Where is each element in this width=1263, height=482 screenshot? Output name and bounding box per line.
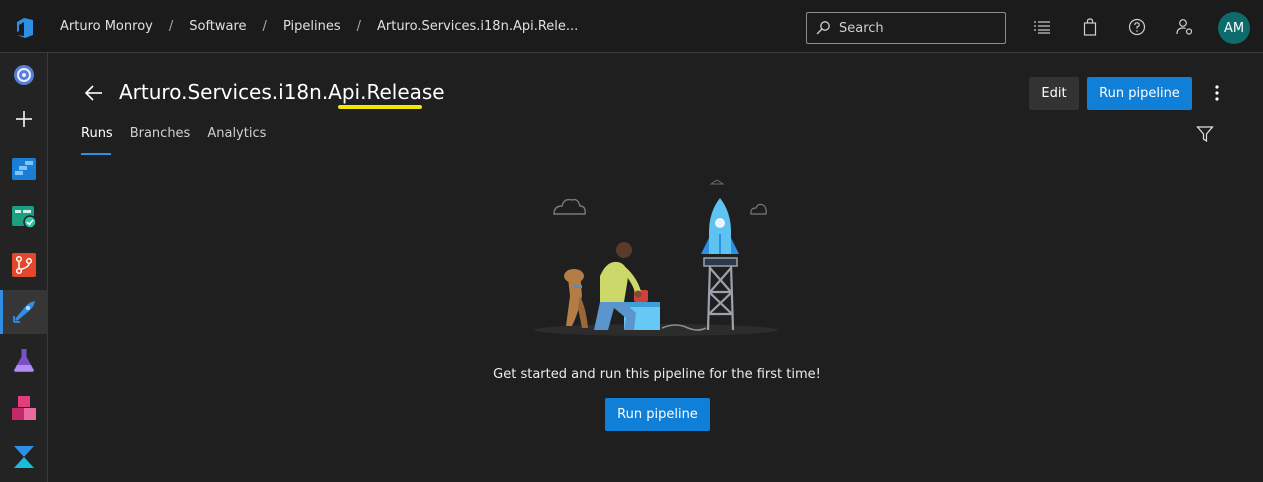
artifacts-icon[interactable] xyxy=(0,386,48,430)
filter-icon[interactable] xyxy=(1196,125,1214,143)
tab-runs[interactable]: Runs xyxy=(81,126,113,155)
azure-devops-logo-icon[interactable] xyxy=(10,13,40,43)
empty-state-message: Get started and run this pipeline for th… xyxy=(493,367,821,382)
search-input[interactable] xyxy=(839,20,989,36)
pipelines-icon[interactable] xyxy=(0,290,48,334)
zone-icon[interactable] xyxy=(0,435,48,479)
breadcrumb-project[interactable]: Software xyxy=(189,19,246,34)
edit-button[interactable]: Edit xyxy=(1029,77,1079,110)
rocket-launch-illustration xyxy=(534,179,778,336)
breadcrumb-separator: / xyxy=(168,19,174,34)
boards-icon[interactable] xyxy=(0,146,48,190)
back-arrow-icon[interactable] xyxy=(84,83,106,105)
overview-icon[interactable] xyxy=(0,53,48,97)
breadcrumb-separator: / xyxy=(356,19,361,34)
more-options-icon[interactable] xyxy=(1206,82,1228,104)
breadcrumb: Arturo Monroy / Software / Pipelines / A… xyxy=(60,0,578,53)
tab-branches[interactable]: Branches xyxy=(130,126,191,155)
breadcrumb-org[interactable]: Arturo Monroy xyxy=(60,19,153,34)
run-pipeline-empty-button[interactable]: Run pipeline xyxy=(605,398,710,431)
left-nav-rail xyxy=(0,53,48,482)
list-icon[interactable] xyxy=(1031,16,1053,38)
top-bar: Arturo Monroy / Software / Pipelines / A… xyxy=(0,0,1263,53)
search-box[interactable] xyxy=(806,12,1006,44)
page-title: Arturo.Services.i18n.Api.Release xyxy=(119,80,445,104)
tab-analytics[interactable]: Analytics xyxy=(207,126,266,155)
avatar[interactable]: AM xyxy=(1218,12,1250,44)
shopping-bag-icon[interactable] xyxy=(1079,16,1101,38)
app: Arturo Monroy / Software / Pipelines / A… xyxy=(0,0,1263,482)
add-icon[interactable] xyxy=(0,97,48,141)
breadcrumb-pipelines[interactable]: Pipelines xyxy=(283,19,341,34)
pipeline-tabs: Runs Branches Analytics xyxy=(81,126,283,155)
user-settings-icon[interactable] xyxy=(1174,16,1196,38)
breadcrumb-separator: / xyxy=(262,19,267,34)
search-icon xyxy=(816,21,830,35)
repos-icon[interactable] xyxy=(0,243,48,287)
run-pipeline-button[interactable]: Run pipeline xyxy=(1087,77,1192,110)
breadcrumb-pipeline[interactable]: Arturo.Services.i18n.Api.Rele... xyxy=(377,19,578,34)
test-plans-icon[interactable] xyxy=(0,194,48,238)
help-icon[interactable] xyxy=(1126,16,1148,38)
highlight-underline xyxy=(338,105,422,109)
